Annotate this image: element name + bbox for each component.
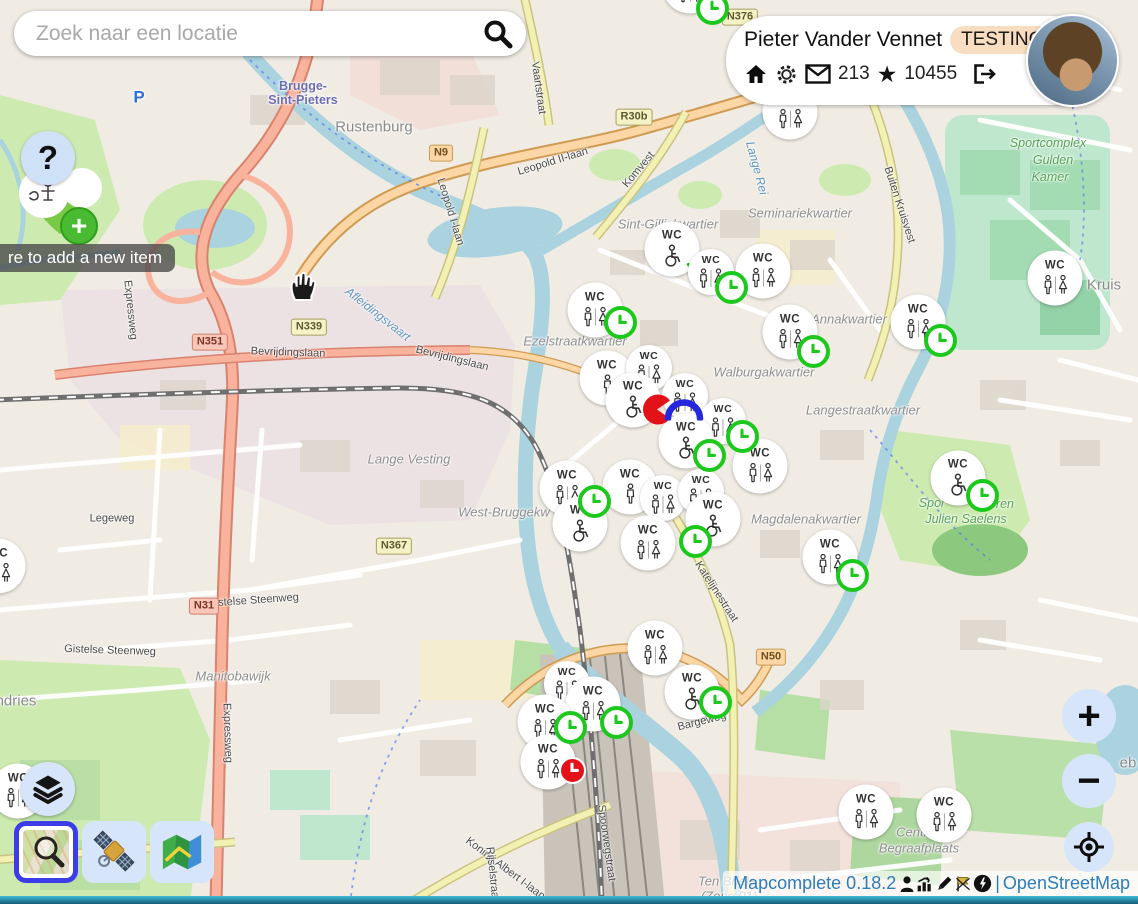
opening-hours-badge-green <box>797 335 830 368</box>
hand-cursor-icon <box>283 268 321 308</box>
osm-carto-thumbnail <box>23 830 69 874</box>
gear-icon[interactable] <box>775 63 798 86</box>
help-label: ? <box>38 139 58 177</box>
attribution-icons <box>899 874 992 893</box>
opening-hours-badge-green <box>693 439 726 472</box>
toilet-marker[interactable]: WC <box>917 788 972 843</box>
background-map-button[interactable] <box>14 821 78 883</box>
toilet-marker[interactable]: WC <box>839 785 894 840</box>
satellite-icon <box>90 829 138 875</box>
toilet-marker[interactable]: WC <box>1028 251 1083 306</box>
opening-hours-badge-green <box>600 706 633 739</box>
community-icon <box>973 874 992 893</box>
opening-hours-badge-green <box>578 485 611 518</box>
attribution-bar: Mapcomplete 0.18.2 | O <box>723 871 1138 896</box>
opening-hours-badge-green <box>604 306 637 339</box>
attribution-separator: | <box>995 873 1000 894</box>
opening-hours-badge-green <box>715 271 748 304</box>
opening-hours-badge-green <box>966 479 999 512</box>
changesets-count: 10455 <box>904 63 957 85</box>
search-input[interactable] <box>34 21 481 47</box>
user-avatar[interactable] <box>1026 14 1119 107</box>
opening-hours-badge-green <box>924 324 957 357</box>
zoom-out-button[interactable]: − <box>1062 754 1116 808</box>
toilet-marker[interactable]: WC <box>621 516 676 571</box>
messages-count: 213 <box>838 63 870 85</box>
logout-icon[interactable] <box>970 62 996 86</box>
home-icon[interactable] <box>744 62 768 86</box>
folded-map-icon <box>159 830 205 874</box>
star-icon: ★ <box>877 63 898 86</box>
opening-hours-badge-green <box>554 711 587 744</box>
location-search-bar <box>14 11 526 56</box>
statistics-icon <box>916 875 934 893</box>
messages-icon[interactable] <box>805 64 831 84</box>
openstreetmap-link[interactable]: OpenStreetMap <box>1003 873 1130 894</box>
zoom-in-button[interactable]: + <box>1062 689 1116 743</box>
add-item-tooltip: re to add a new item <box>0 244 175 272</box>
background-layer-switcher <box>14 821 214 883</box>
background-osmfr-button[interactable] <box>150 821 214 883</box>
plus-icon: + <box>71 210 87 241</box>
toilet-marker[interactable]: WC <box>606 373 661 428</box>
opening-hours-badge-red <box>559 757 586 784</box>
help-button[interactable]: ? <box>21 131 75 185</box>
flag-icon <box>954 875 972 893</box>
contributors-icon <box>899 875 915 893</box>
opening-hours-badge-green <box>699 686 732 719</box>
bottom-accent-bar <box>0 896 1138 904</box>
geolocate-button[interactable] <box>1064 822 1114 872</box>
user-name: Pieter Vander Vennet <box>744 28 942 52</box>
zoom-out-label: − <box>1077 761 1100 801</box>
search-icon[interactable] <box>481 17 514 50</box>
geolocate-icon <box>1072 830 1106 864</box>
layers-button[interactable] <box>21 762 75 816</box>
recent-edits-icon <box>935 875 953 893</box>
layers-icon <box>29 770 67 808</box>
opening-hours-badge-green <box>726 420 759 453</box>
toilet-marker[interactable]: WC <box>628 621 683 676</box>
background-satellite-button[interactable] <box>82 821 146 883</box>
magnifier-icon <box>27 832 67 872</box>
mapcomplete-app: Brugge-Sint-PietersRustenburgPVaartstraa… <box>0 0 1138 904</box>
opening-hours-badge-green <box>836 559 869 592</box>
mapcomplete-version-link[interactable]: Mapcomplete 0.18.2 <box>733 873 896 894</box>
opening-hours-badge-green <box>679 525 712 558</box>
zoom-in-label: + <box>1077 696 1100 736</box>
